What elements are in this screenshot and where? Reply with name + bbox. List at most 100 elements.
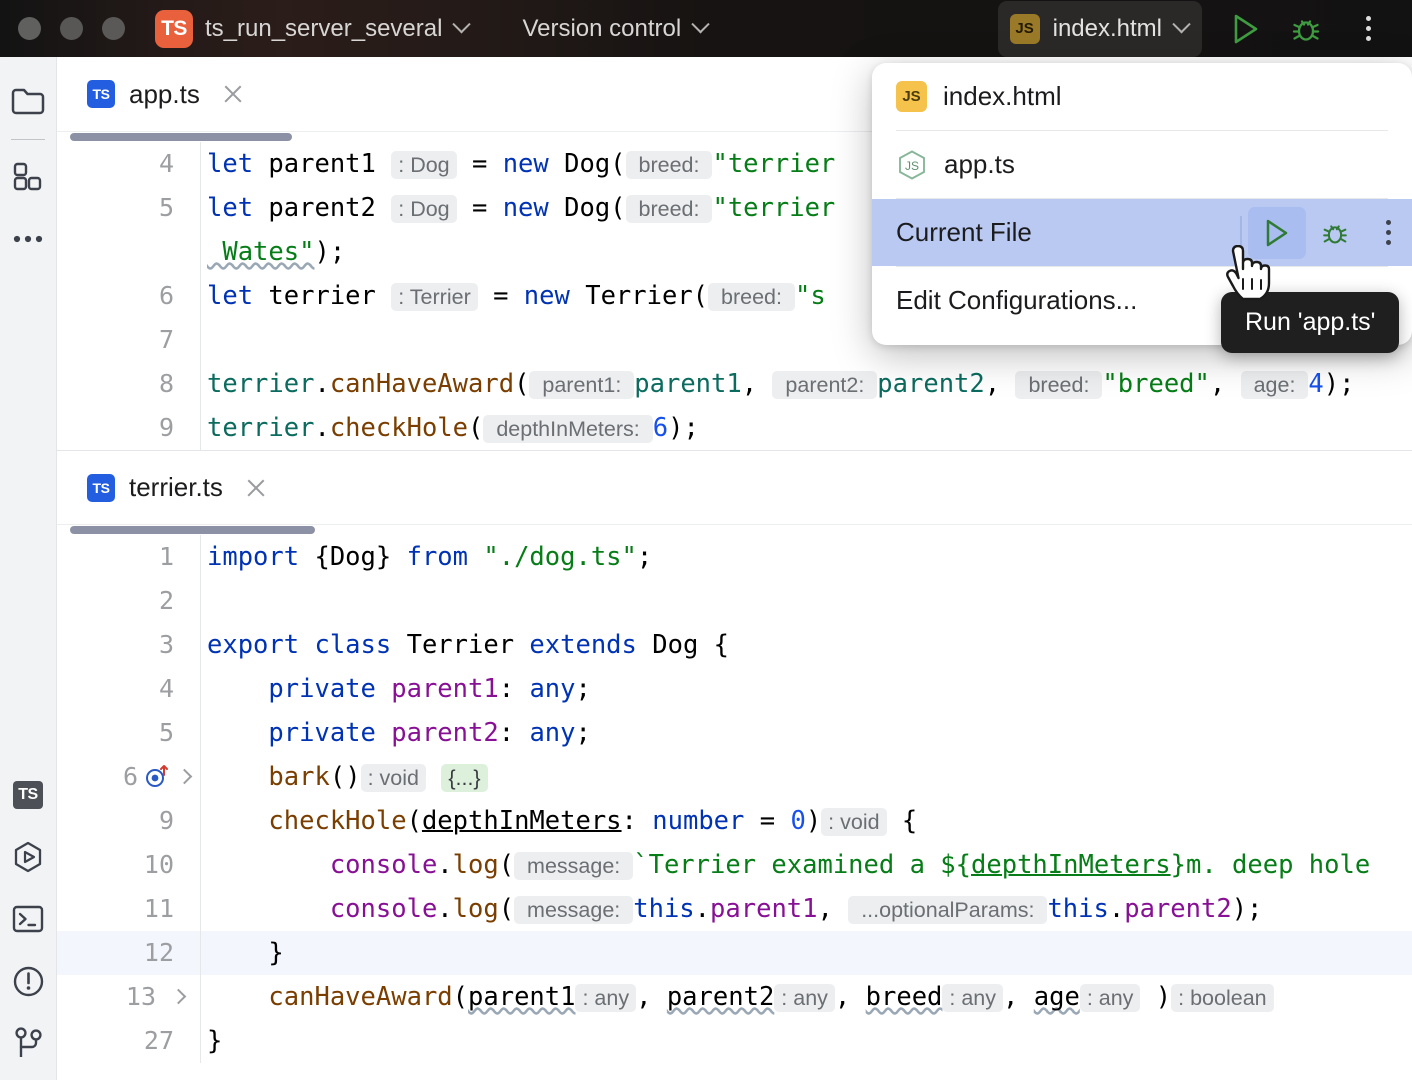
code-line-content[interactable]: console.log( message: `Terrier examined … bbox=[201, 843, 1412, 888]
code-editor-terrier-ts[interactable]: 1import {Dog} from "./dog.ts";2 3export … bbox=[57, 535, 1412, 1063]
code-line[interactable]: 4 private parent1: any; bbox=[57, 667, 1412, 711]
code-token: : bbox=[499, 718, 530, 748]
run-button[interactable] bbox=[1222, 5, 1270, 53]
window-close-button[interactable] bbox=[18, 17, 41, 40]
inlay-hint: message: bbox=[514, 896, 633, 924]
popup-more-button[interactable] bbox=[1364, 207, 1412, 259]
fold-chevron-icon[interactable] bbox=[170, 988, 188, 1006]
code-token: console bbox=[330, 894, 437, 924]
code-line[interactable]: 1import {Dog} from "./dog.ts"; bbox=[57, 535, 1412, 579]
code-line[interactable]: 10 console.log( message: `Terrier examin… bbox=[57, 843, 1412, 887]
code-line-content[interactable]: } bbox=[201, 931, 1412, 975]
code-token: "s bbox=[795, 281, 826, 311]
code-token bbox=[207, 718, 268, 748]
sidebar-item-terminal[interactable] bbox=[0, 888, 57, 950]
code-line[interactable]: 9 checkHole(depthInMeters: number = 0): … bbox=[57, 799, 1412, 843]
project-selector[interactable]: TS ts_run_server_several bbox=[125, 10, 468, 48]
code-line-content[interactable]: terrier.checkHole( depthInMeters: 6); bbox=[201, 406, 1412, 451]
code-line-content[interactable]: private parent2: any; bbox=[201, 711, 1412, 755]
fold-chevron-icon[interactable] bbox=[176, 768, 194, 786]
folder-icon bbox=[11, 87, 45, 117]
override-method-icon[interactable] bbox=[144, 764, 170, 790]
line-number: 12 bbox=[57, 931, 200, 975]
code-token: ) bbox=[806, 806, 821, 836]
branch-icon bbox=[12, 1026, 44, 1060]
code-token: . bbox=[314, 369, 329, 399]
code-line[interactable]: 6 bark(): void {...} bbox=[57, 755, 1412, 799]
code-line[interactable]: 9terrier.checkHole( depthInMeters: 6); bbox=[57, 406, 1412, 450]
tab-terrier-ts[interactable]: TS terrier.ts bbox=[87, 450, 267, 525]
close-icon[interactable] bbox=[222, 83, 244, 105]
code-token: parent2 bbox=[1124, 894, 1231, 924]
sidebar-item-project[interactable] bbox=[0, 71, 57, 133]
code-line[interactable]: 11 console.log( message: this.parent1, .… bbox=[57, 887, 1412, 931]
svg-text:JS: JS bbox=[905, 159, 919, 173]
window-controls[interactable] bbox=[18, 17, 125, 40]
run-icon bbox=[1231, 13, 1261, 45]
code-token: terrier bbox=[207, 369, 314, 399]
inlay-hint: breed: bbox=[708, 283, 795, 311]
code-line[interactable]: 3export class Terrier extends Dog { bbox=[57, 623, 1412, 667]
code-token: parent1 bbox=[634, 369, 741, 399]
code-token: parent1 bbox=[468, 982, 575, 1012]
code-line-content[interactable] bbox=[201, 579, 1412, 623]
horizontal-scrollbar-bottom[interactable] bbox=[57, 525, 1412, 535]
sidebar-item-problems[interactable] bbox=[0, 950, 57, 1012]
debug-button[interactable] bbox=[1282, 5, 1330, 53]
terminal-icon bbox=[12, 904, 44, 934]
ts-file-icon: TS bbox=[87, 80, 115, 108]
more-options-button[interactable] bbox=[1344, 5, 1392, 53]
code-token bbox=[207, 850, 330, 880]
sidebar-item-version-control[interactable] bbox=[0, 1012, 57, 1074]
code-line-content[interactable]: checkHole(depthInMeters: number = 0): vo… bbox=[201, 799, 1412, 844]
code-token: = bbox=[478, 281, 524, 311]
project-name: ts_run_server_several bbox=[205, 15, 442, 43]
sidebar-item-typescript[interactable]: TS bbox=[0, 764, 57, 826]
code-token bbox=[207, 894, 330, 924]
scrollbar-thumb[interactable] bbox=[70, 526, 315, 534]
inlay-hint: : any bbox=[774, 984, 835, 1012]
code-line-content[interactable]: private parent1: any; bbox=[201, 667, 1412, 711]
code-token: Dog( bbox=[564, 149, 625, 179]
code-line-content[interactable]: export class Terrier extends Dog { bbox=[201, 623, 1412, 667]
popup-item-app-ts[interactable]: JS app.ts bbox=[872, 131, 1412, 198]
code-token bbox=[376, 149, 391, 179]
code-line-content[interactable]: terrier.canHaveAward( parent1: parent1, … bbox=[201, 362, 1412, 407]
sidebar-item-more[interactable] bbox=[0, 208, 57, 270]
line-number-text: 6 bbox=[123, 755, 138, 799]
scrollbar-thumb[interactable] bbox=[70, 133, 292, 141]
line-number-text: 13 bbox=[126, 975, 156, 1019]
version-control-selector[interactable]: Version control bbox=[510, 15, 707, 43]
code-line[interactable]: 27} bbox=[57, 1019, 1412, 1063]
line-number: 4 bbox=[57, 667, 200, 711]
sidebar-item-structure[interactable] bbox=[0, 146, 57, 208]
window-minimize-button[interactable] bbox=[60, 17, 83, 40]
code-token: log bbox=[453, 894, 499, 924]
code-token bbox=[426, 762, 441, 792]
code-line-content[interactable]: bark(): void {...} bbox=[201, 755, 1412, 800]
code-line[interactable]: 12 } bbox=[57, 931, 1412, 975]
code-token: let bbox=[207, 193, 268, 223]
code-token: } bbox=[207, 938, 284, 968]
sidebar-item-run[interactable] bbox=[0, 826, 57, 888]
code-line-content[interactable]: import {Dog} from "./dog.ts"; bbox=[201, 535, 1412, 579]
window-maximize-button[interactable] bbox=[102, 17, 125, 40]
popup-item-index-html[interactable]: JS index.html bbox=[872, 63, 1412, 130]
code-line[interactable]: 5 private parent2: any; bbox=[57, 711, 1412, 755]
run-configuration-selector[interactable]: JS index.html bbox=[998, 1, 1202, 57]
code-line-content[interactable]: console.log( message: this.parent1, ...o… bbox=[201, 887, 1412, 932]
code-token: ( bbox=[407, 806, 422, 836]
code-line-content[interactable]: canHaveAward(parent1: any, parent2: any,… bbox=[201, 975, 1412, 1020]
popup-item-label: Edit Configurations... bbox=[896, 285, 1137, 316]
code-line[interactable]: 2 bbox=[57, 579, 1412, 623]
code-token: . bbox=[695, 894, 710, 924]
popup-item-current-file[interactable]: Current File bbox=[872, 199, 1412, 266]
code-line[interactable]: 13 canHaveAward(parent1: any, parent2: a… bbox=[57, 975, 1412, 1019]
code-line[interactable]: 8terrier.canHaveAward( parent1: parent1,… bbox=[57, 362, 1412, 406]
popup-debug-button[interactable] bbox=[1306, 207, 1364, 259]
folded-code-hint[interactable]: {...} bbox=[441, 764, 487, 792]
close-icon[interactable] bbox=[245, 477, 267, 499]
code-line-content[interactable]: } bbox=[201, 1019, 1412, 1063]
tab-app-ts[interactable]: TS app.ts bbox=[87, 57, 244, 132]
code-token: export class bbox=[207, 630, 407, 660]
